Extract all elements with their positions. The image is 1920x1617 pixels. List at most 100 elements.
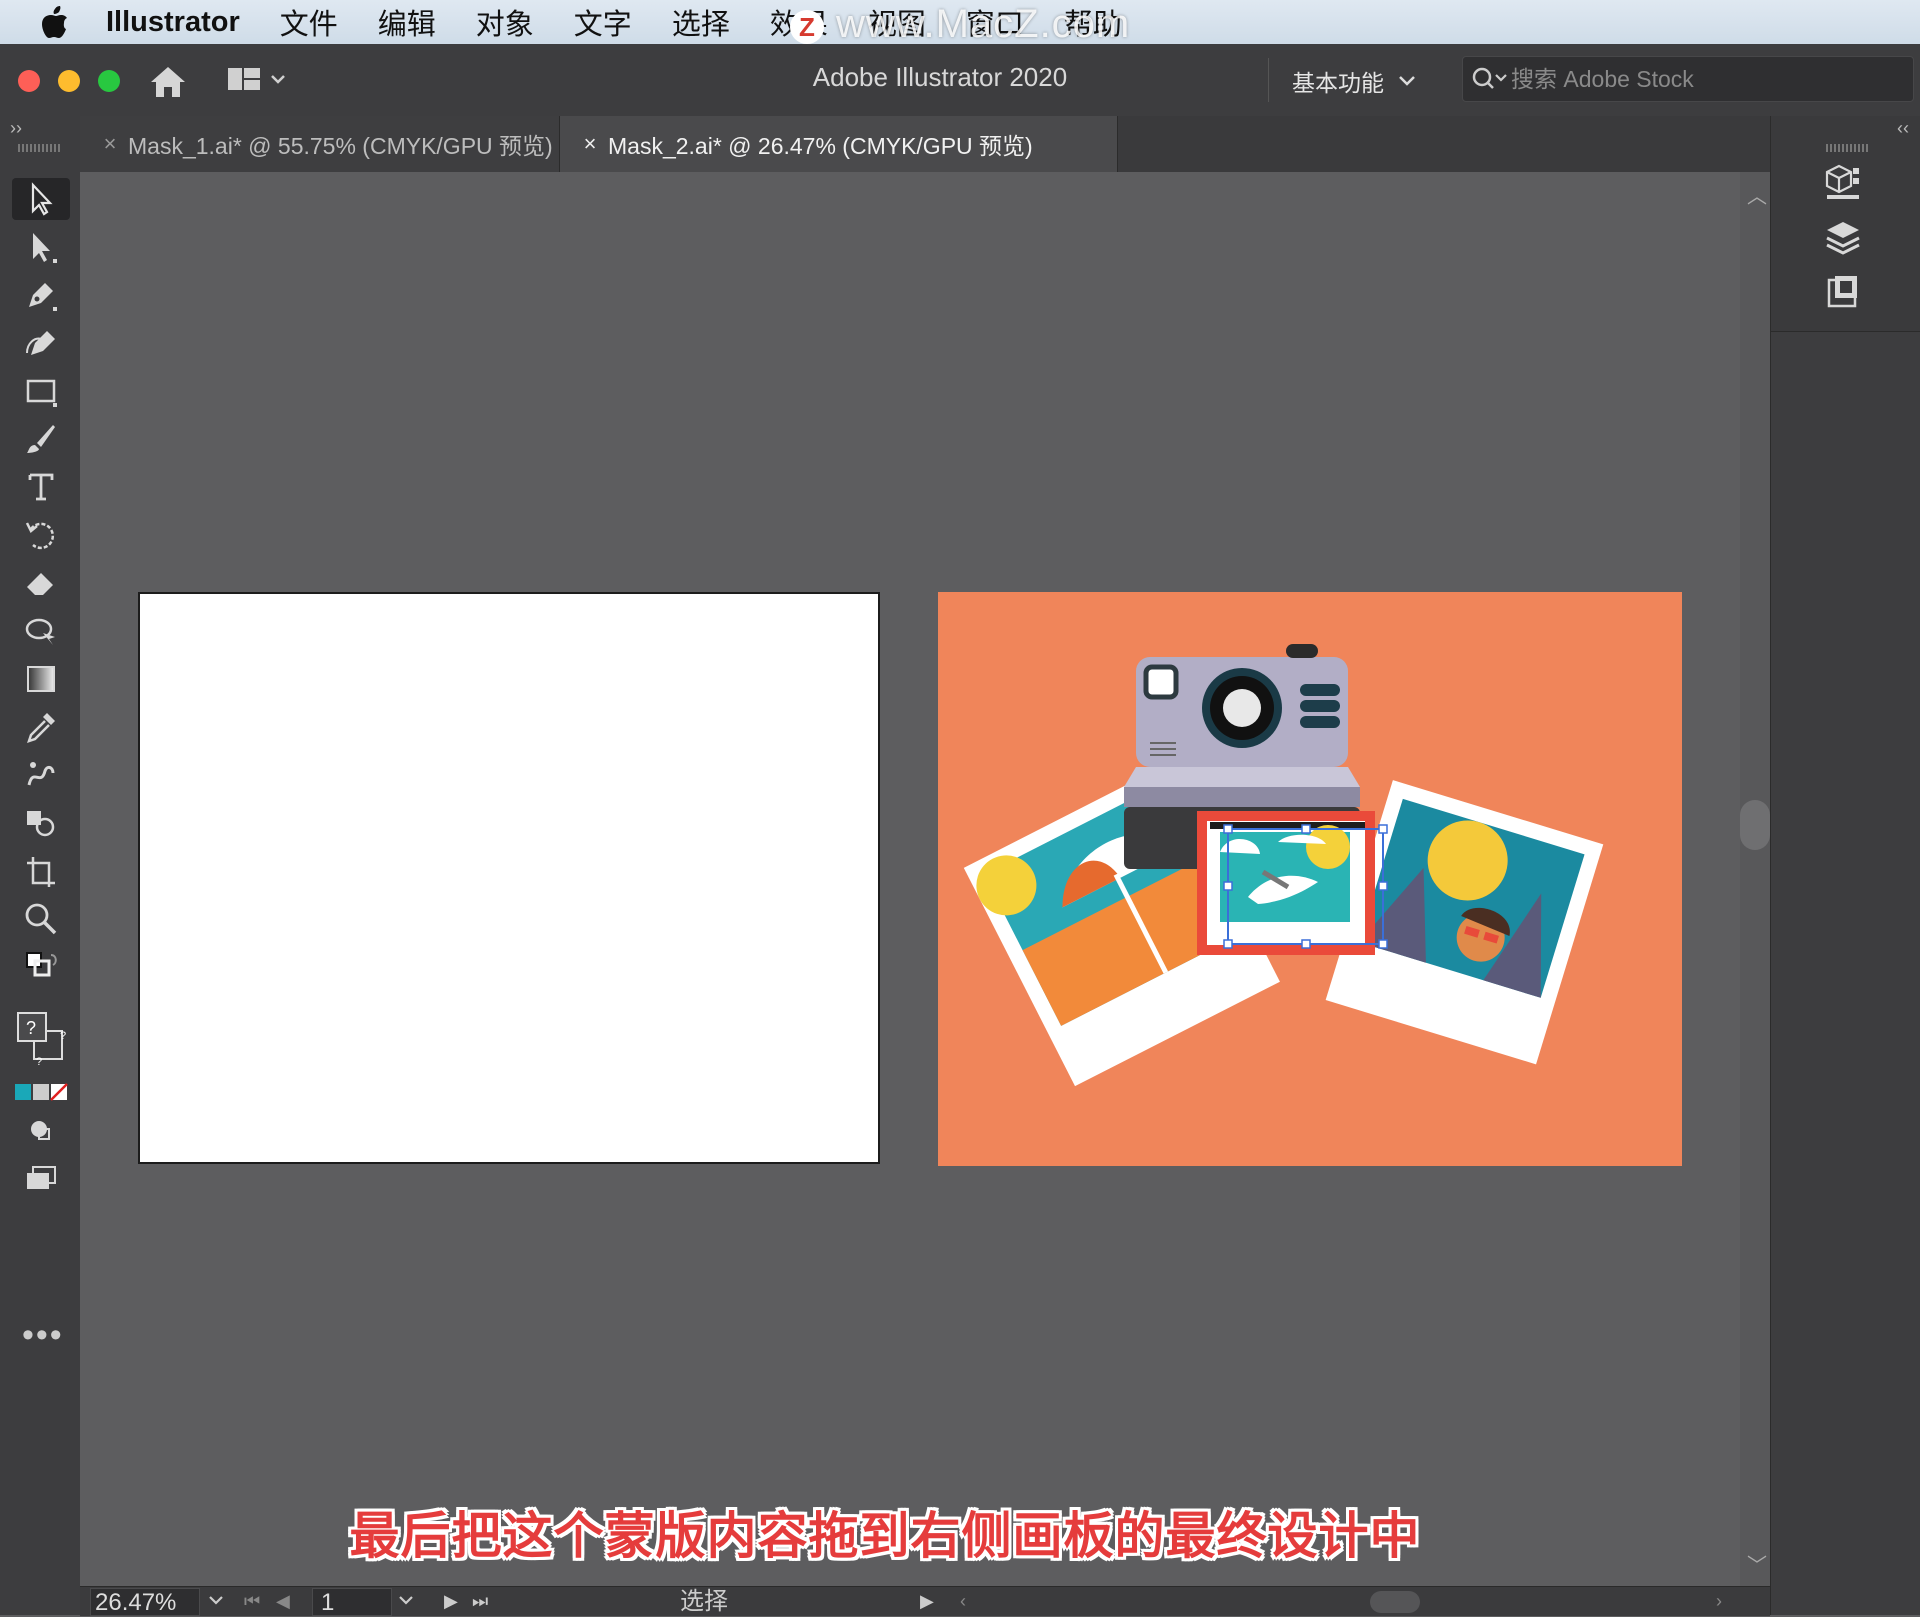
search-input[interactable] bbox=[1509, 64, 1903, 94]
menu-type[interactable]: 文字 bbox=[574, 1, 632, 43]
horizontal-scrollbar-thumb[interactable] bbox=[1370, 1591, 1420, 1613]
collapse-panel-button[interactable]: ‹‹ bbox=[1897, 118, 1909, 139]
libraries-icon[interactable] bbox=[1823, 162, 1863, 202]
screen-mode-button[interactable] bbox=[12, 1158, 70, 1200]
draw-mode-button[interactable] bbox=[12, 1110, 70, 1152]
artboard-tool[interactable] bbox=[12, 850, 70, 892]
zoom-tool[interactable] bbox=[12, 898, 70, 940]
menu-file[interactable]: 文件 bbox=[280, 1, 338, 43]
paintbrush-tool[interactable] bbox=[12, 418, 70, 460]
type-tool[interactable] bbox=[12, 466, 70, 508]
direct-selection-tool[interactable] bbox=[12, 226, 70, 268]
tab-label: Mask_2.ai* @ 26.47% (CMYK/GPU 预览) bbox=[608, 133, 1033, 159]
first-artboard-icon[interactable]: ⏮ bbox=[244, 1587, 260, 1615]
gradient-icon bbox=[27, 666, 55, 692]
layers-icon[interactable] bbox=[1823, 218, 1863, 258]
artboard-final-design[interactable] bbox=[938, 592, 1682, 1166]
scroll-left-icon[interactable]: ‹ bbox=[960, 1587, 966, 1615]
default-colors-icon bbox=[26, 952, 57, 977]
direct-selection-icon bbox=[33, 233, 57, 263]
close-tab-button[interactable]: × bbox=[572, 131, 608, 157]
close-window-button[interactable] bbox=[18, 70, 40, 92]
close-tab-button[interactable]: × bbox=[92, 131, 128, 157]
tab-mask-1[interactable]: × Mask_1.ai* @ 55.75% (CMYK/GPU 预览) bbox=[80, 116, 560, 172]
pen-tool[interactable] bbox=[12, 274, 70, 316]
svg-text:?: ? bbox=[36, 1056, 42, 1068]
tab-mask-2[interactable]: × Mask_2.ai* @ 26.47% (CMYK/GPU 预览) bbox=[560, 116, 1118, 172]
chevron-up-icon[interactable]: ︿ bbox=[1747, 180, 1767, 209]
shape-builder-icon bbox=[27, 811, 55, 837]
artboard-dropdown-chevron-icon[interactable] bbox=[398, 1595, 414, 1607]
menu-help[interactable]: 帮助 bbox=[1064, 1, 1122, 43]
zoom-icon bbox=[25, 903, 57, 935]
curvature-pen-icon bbox=[26, 331, 55, 355]
selection-tool[interactable] bbox=[12, 178, 70, 220]
rotate-tool[interactable] bbox=[12, 514, 70, 556]
panel-grip[interactable] bbox=[18, 144, 60, 152]
next-artboard-icon[interactable]: ▶ bbox=[444, 1587, 458, 1615]
vertical-scrollbar[interactable]: ︿ ﹀ bbox=[1740, 172, 1770, 1586]
adobe-stock-search[interactable] bbox=[1462, 56, 1914, 102]
scrollbar-thumb[interactable] bbox=[1740, 800, 1770, 850]
zoom-dropdown-chevron-icon[interactable] bbox=[208, 1595, 224, 1607]
artboard-icon bbox=[27, 857, 55, 887]
curvature-tool[interactable] bbox=[12, 322, 70, 364]
puppet-warp-icon bbox=[27, 762, 55, 786]
current-tool-status[interactable]: 选择 bbox=[680, 1587, 728, 1617]
edit-toolbar-button[interactable]: ••• bbox=[22, 1316, 64, 1355]
width-tool[interactable] bbox=[12, 610, 70, 652]
svg-text:?: ? bbox=[26, 1018, 36, 1038]
window-title: Adobe Illustrator 2020 bbox=[812, 62, 1068, 92]
menu-view[interactable]: 视图 bbox=[868, 1, 926, 43]
menu-window[interactable]: 窗口 bbox=[966, 1, 1024, 43]
minimize-window-button[interactable] bbox=[58, 70, 80, 92]
apple-icon[interactable] bbox=[40, 5, 70, 39]
workspace-switcher[interactable]: 基本功能 bbox=[1292, 64, 1416, 98]
app-title-bar: Adobe Illustrator 2020 基本功能 bbox=[0, 44, 1920, 117]
watermark-logo: Z bbox=[790, 10, 824, 44]
tools-panel: ›› ? ? ? ••• bbox=[0, 116, 81, 1615]
eraser-icon bbox=[27, 573, 53, 595]
paintbrush-icon bbox=[27, 425, 55, 453]
zoom-window-button[interactable] bbox=[98, 70, 120, 92]
status-menu-arrow-icon[interactable]: ▶ bbox=[920, 1587, 934, 1615]
zoom-level-field[interactable]: 26.47% bbox=[90, 1588, 200, 1616]
artboards-panel-icon[interactable] bbox=[1823, 272, 1863, 312]
previous-artboard-icon[interactable]: ◀ bbox=[276, 1587, 290, 1615]
arrange-documents-icon[interactable] bbox=[228, 64, 288, 96]
eyedropper-tool[interactable] bbox=[12, 706, 70, 748]
draw-normal-icon bbox=[31, 1121, 50, 1140]
menu-object[interactable]: 对象 bbox=[476, 1, 534, 43]
chevron-down-icon bbox=[1399, 76, 1415, 86]
shape-builder-tool[interactable] bbox=[12, 802, 70, 844]
artboard-number-field[interactable]: 1 bbox=[312, 1588, 392, 1616]
eraser-tool[interactable] bbox=[12, 562, 70, 604]
polaroid-camera-illustration[interactable] bbox=[938, 592, 1682, 1166]
color-mode-buttons[interactable] bbox=[12, 1071, 70, 1113]
last-artboard-icon[interactable]: ⏭ bbox=[472, 1587, 488, 1615]
rectangle-tool[interactable] bbox=[12, 370, 70, 412]
app-menu-illustrator[interactable]: Illustrator bbox=[106, 6, 240, 39]
menu-edit[interactable]: 编辑 bbox=[378, 1, 436, 43]
rotate-icon bbox=[25, 522, 54, 550]
artboard-empty[interactable] bbox=[138, 592, 880, 1164]
puppet-warp-tool[interactable] bbox=[12, 754, 70, 796]
swap-fill-stroke[interactable] bbox=[12, 946, 70, 988]
type-icon bbox=[28, 473, 54, 501]
document-tabs: × Mask_1.ai* @ 55.75% (CMYK/GPU 预览) × Ma… bbox=[80, 116, 1770, 173]
scroll-right-icon[interactable]: › bbox=[1716, 1587, 1722, 1615]
workspace-label: 基本功能 bbox=[1292, 70, 1384, 96]
panel-icons-group: ‹‹ bbox=[1771, 116, 1920, 332]
status-bar: 26.47% ⏮ ◀ 1 ▶ ⏭ 选择 ▶ ‹ › bbox=[80, 1586, 1770, 1616]
eyedropper-icon bbox=[27, 713, 55, 743]
menu-select[interactable]: 选择 bbox=[672, 1, 730, 43]
panel-grip[interactable] bbox=[1826, 144, 1868, 152]
home-icon[interactable] bbox=[148, 64, 188, 100]
selection-arrow-icon bbox=[31, 182, 53, 216]
macos-menu-bar: Illustrator 文件 编辑 对象 文字 选择 效果 视图 窗口 帮助 bbox=[0, 0, 1920, 44]
collapse-panel-button[interactable]: ›› bbox=[10, 118, 22, 139]
divider bbox=[1268, 58, 1269, 102]
gradient-tool[interactable] bbox=[12, 658, 70, 700]
width-icon bbox=[25, 618, 55, 645]
rectangle-icon bbox=[26, 379, 57, 407]
